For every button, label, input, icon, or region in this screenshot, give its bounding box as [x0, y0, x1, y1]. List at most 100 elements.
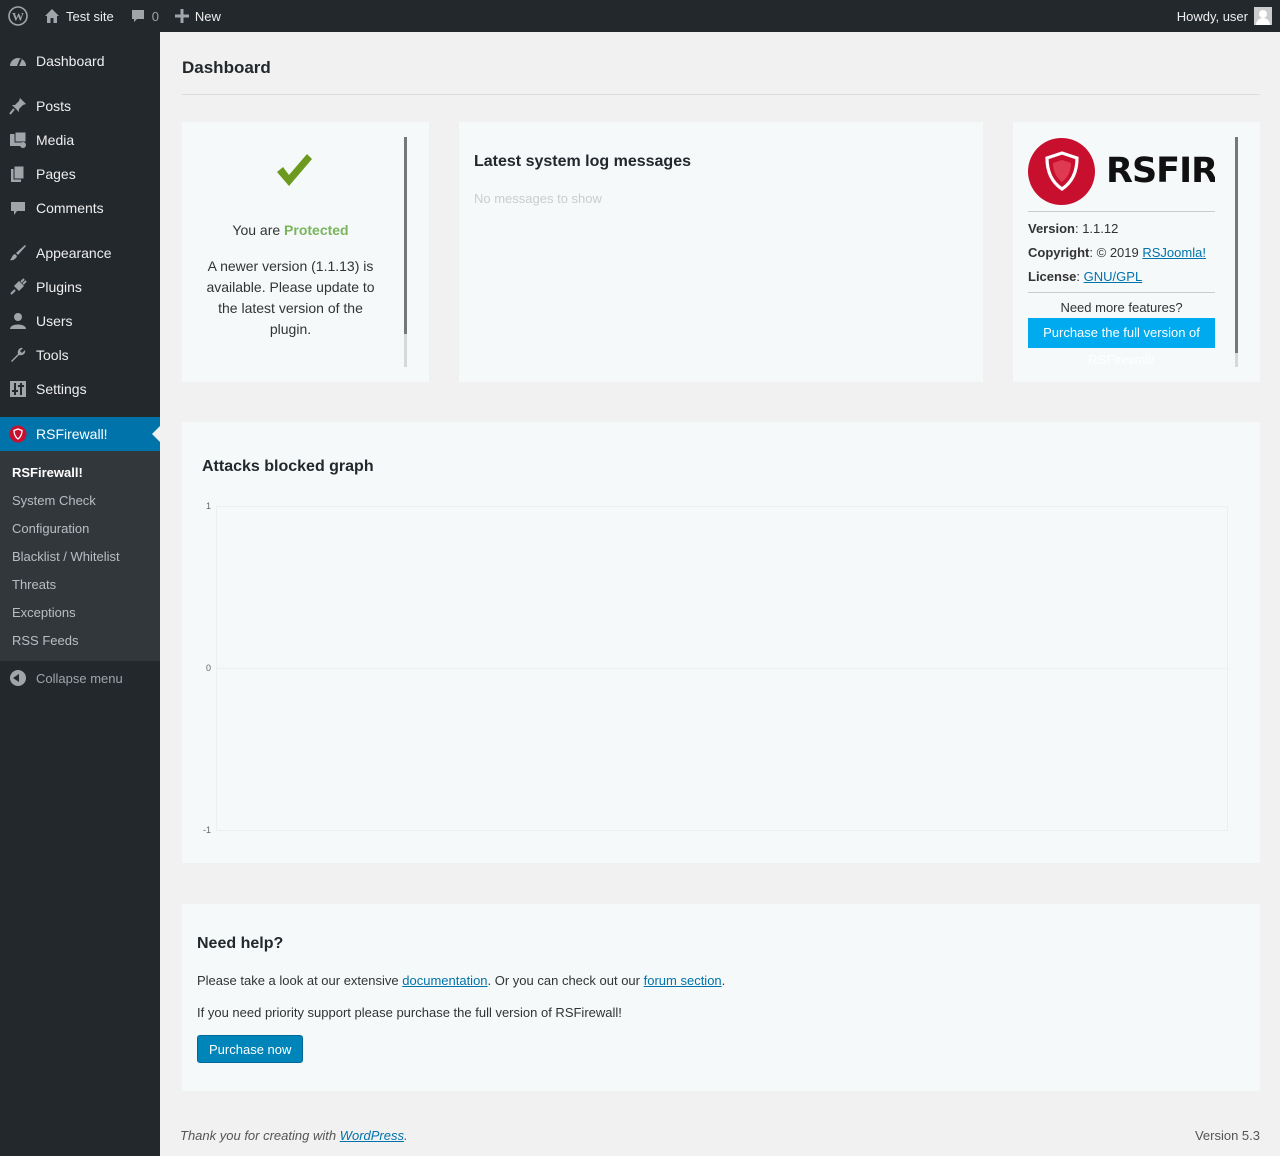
log-empty-message: No messages to show	[474, 191, 602, 206]
wordpress-link[interactable]: WordPress	[340, 1128, 404, 1143]
protection-status: You are Protected	[197, 222, 384, 238]
howdy-text: Howdy, user	[1176, 8, 1248, 24]
collapse-label: Collapse menu	[36, 670, 123, 686]
y-tick-label: 0	[206, 663, 212, 673]
divider	[1028, 211, 1215, 212]
collapse-menu-button[interactable]: Collapse menu	[0, 661, 160, 695]
menu-label: Appearance	[36, 245, 112, 261]
rsfirewall-logo: RSFIREWALL!	[1028, 137, 1215, 205]
media-icon	[8, 130, 28, 150]
copyright-value: © 2019	[1096, 245, 1139, 260]
protection-status-panel: You are Protected A newer version (1.1.1…	[182, 122, 429, 382]
submenu-system-check[interactable]: System Check	[0, 486, 160, 514]
pin-icon	[8, 96, 28, 116]
menu-label: RSFirewall!	[36, 426, 108, 442]
system-log-panel: Latest system log messages No messages t…	[459, 122, 983, 382]
update-message: A newer version (1.1.13) is available. P…	[206, 258, 375, 337]
pages-icon	[8, 164, 28, 184]
submenu-configuration[interactable]: Configuration	[0, 514, 160, 542]
submenu-rsfirewall[interactable]: RSFirewall!	[0, 458, 160, 486]
admin-bar: W Test site 0 New Howdy, user	[0, 0, 1280, 32]
submenu-blacklist-whitelist[interactable]: Blacklist / Whitelist	[0, 542, 160, 570]
site-name-link[interactable]: Test site	[36, 0, 122, 32]
collapse-arrow-icon	[10, 670, 26, 686]
menu-label: Posts	[36, 98, 72, 114]
rsfirewall-shield-icon	[1028, 137, 1095, 205]
avatar	[1254, 7, 1272, 25]
footer-thanks: Thank you for creating with WordPress.	[180, 1128, 408, 1143]
menu-label: Users	[36, 313, 73, 329]
comments-link[interactable]: 0	[122, 0, 167, 32]
forum-section-link[interactable]: forum section	[644, 973, 722, 988]
menu-plugins[interactable]: Plugins	[0, 270, 160, 304]
log-title: Latest system log messages	[474, 153, 691, 170]
rsjoomla-link[interactable]: RSJoomla!	[1142, 245, 1206, 260]
panel-scrollbar[interactable]	[404, 137, 407, 367]
menu-settings[interactable]: Settings	[0, 372, 160, 406]
menu-media[interactable]: Media	[0, 123, 160, 157]
menu-users[interactable]: Users	[0, 304, 160, 338]
brush-icon	[8, 243, 28, 263]
scrollbar-thumb[interactable]	[1235, 137, 1238, 353]
new-label: New	[194, 8, 221, 24]
help-title: Need help?	[197, 935, 284, 952]
site-name: Test site	[66, 8, 114, 24]
wordpress-icon: W	[8, 6, 28, 26]
purchase-full-version-button[interactable]: Purchase the full version of RSFirewall!	[1028, 318, 1215, 367]
y-tick-label: 1	[206, 501, 212, 511]
comment-bubble-icon	[130, 8, 146, 24]
settings-icon	[8, 379, 28, 399]
menu-label: Comments	[36, 200, 104, 216]
submenu-exceptions[interactable]: Exceptions	[0, 598, 160, 626]
help-panel: Need help? Please take a look at our ext…	[182, 904, 1260, 1091]
version-label: Version	[1028, 221, 1075, 236]
plus-icon	[174, 9, 189, 23]
submenu-threats[interactable]: Threats	[0, 570, 160, 598]
about-content: RSFIREWALL! Version: 1.1.12 Copyright: ©…	[1028, 137, 1215, 367]
comments-icon	[8, 198, 28, 218]
checkmark-icon	[277, 154, 312, 186]
priority-support-text: If you need priority support please purc…	[197, 1005, 622, 1020]
divider	[1028, 292, 1215, 293]
menu-label: Dashboard	[36, 53, 105, 69]
menu-label: Tools	[36, 347, 69, 363]
footer-version: Version 5.3	[1194, 1128, 1260, 1143]
y-tick-label: -1	[203, 825, 212, 835]
menu-label: Settings	[36, 381, 87, 397]
gridline-zero	[216, 668, 1228, 669]
rsfirewall-shield-icon	[8, 424, 28, 444]
menu-tools[interactable]: Tools	[0, 338, 160, 372]
my-account[interactable]: Howdy, user	[1177, 7, 1280, 25]
version-value: 1.1.12	[1082, 221, 1119, 236]
documentation-link[interactable]: documentation	[402, 973, 487, 988]
new-content-link[interactable]: New	[167, 0, 229, 32]
scrollbar-thumb[interactable]	[404, 137, 407, 334]
user-icon	[8, 311, 28, 331]
page-title: Dashboard	[182, 58, 271, 77]
rsfirewall-submenu: RSFirewall! System Check Configuration B…	[0, 451, 160, 661]
menu-posts[interactable]: Posts	[0, 89, 160, 123]
divider	[182, 94, 1260, 95]
submenu-rss-feeds[interactable]: RSS Feeds	[0, 626, 160, 654]
status-protected: Protected	[284, 222, 349, 238]
menu-rsfirewall[interactable]: RSFirewall!	[0, 417, 160, 451]
license-link[interactable]: GNU/GPL	[1084, 269, 1143, 284]
help-text: . Or you can check out our	[487, 973, 640, 988]
menu-label: Pages	[36, 166, 76, 182]
version-line: Version: 1.1.12	[1028, 221, 1119, 236]
footer-text: Thank you for creating with	[180, 1128, 337, 1143]
menu-dashboard[interactable]: Dashboard	[0, 44, 160, 78]
status-prefix: You are	[232, 222, 281, 238]
menu-pages[interactable]: Pages	[0, 157, 160, 191]
help-text: Please take a look at our extensive	[197, 973, 399, 988]
wrench-icon	[8, 345, 28, 365]
wordpress-logo-button[interactable]: W	[0, 0, 36, 32]
purchase-now-button[interactable]: Purchase now	[197, 1035, 304, 1063]
panel-scrollbar[interactable]	[1235, 137, 1238, 367]
comments-count: 0	[151, 8, 159, 24]
menu-comments[interactable]: Comments	[0, 191, 160, 225]
copyright-line: Copyright: © 2019 RSJoomla!	[1028, 245, 1206, 260]
plug-icon	[8, 277, 28, 297]
menu-appearance[interactable]: Appearance	[0, 236, 160, 270]
license-line: License: GNU/GPL	[1028, 269, 1143, 284]
